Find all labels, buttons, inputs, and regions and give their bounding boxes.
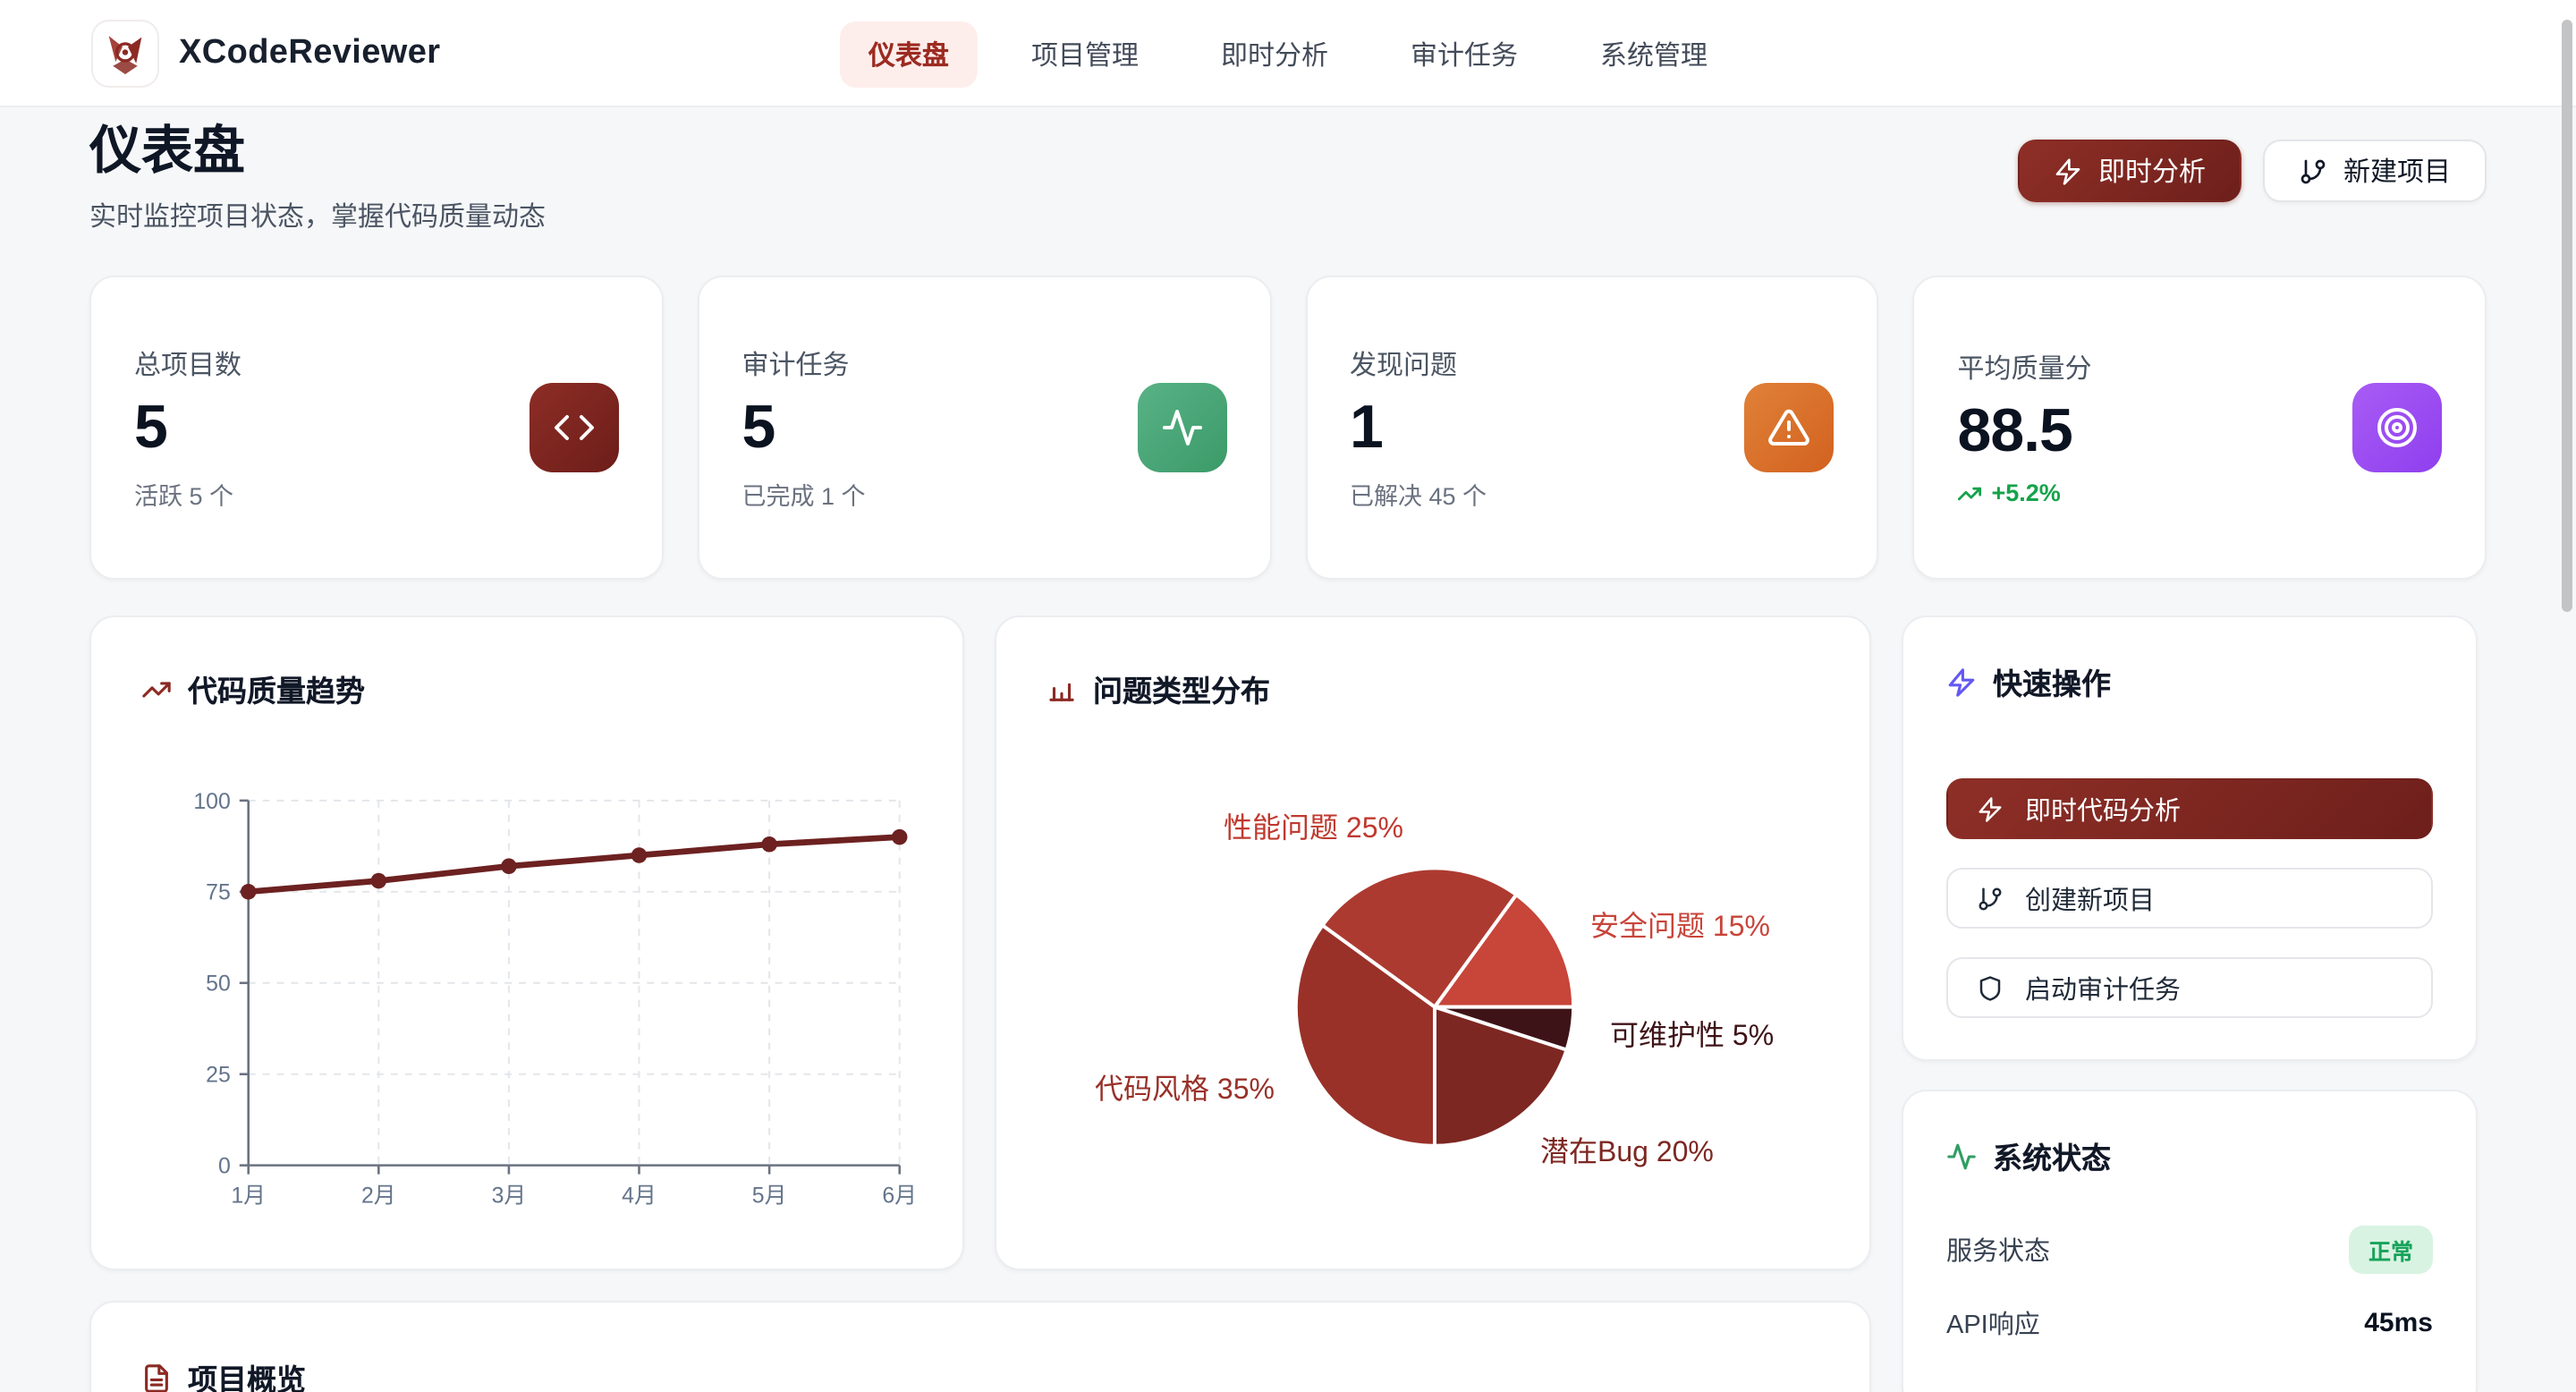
stat-cards: 总项目数 5 活跃 5 个 审计任务 5 已完成 1 个 <box>89 276 2487 580</box>
service-status-row: 服务状态 正常 <box>1946 1226 2433 1274</box>
data-point <box>631 847 648 863</box>
svg-text:1月: 1月 <box>231 1183 266 1208</box>
system-status-card: 系统状态 服务状态 正常 API响应 45ms <box>1902 1090 2478 1392</box>
zap-icon <box>2054 157 2082 185</box>
stat-card-avg-quality: 平均质量分 88.5 +5.2% <box>1913 276 2487 580</box>
vertical-scrollbar[interactable] <box>2562 20 2572 612</box>
zap-icon <box>1946 666 1977 697</box>
page-header: 仪表盘 实时监控项目状态，掌握代码质量动态 即时分析 新建项目 <box>89 120 2487 234</box>
svg-text:6月: 6月 <box>882 1183 917 1208</box>
alert-triangle-icon <box>1745 383 1835 472</box>
file-text-icon <box>141 1362 172 1392</box>
svg-text:25: 25 <box>206 1063 231 1088</box>
brand-name: XCodeReviewer <box>179 33 440 72</box>
target-icon <box>2352 383 2442 472</box>
chart-title: 问题类型分布 <box>1093 667 1270 710</box>
svg-text:4月: 4月 <box>622 1183 657 1208</box>
data-point <box>892 829 908 845</box>
api-response-row: API响应 45ms <box>1946 1304 2433 1342</box>
project-overview-card: 项目概览 <box>89 1301 1871 1392</box>
brand[interactable]: XCodeReviewer <box>93 21 440 85</box>
quality-trend-line-chart: 0 25 50 75 100 1月 2月 3月 4月 5月 6月 <box>91 617 962 1269</box>
quality-trend-card: 代码质量趋势 0 25 50 75 100 1月 2月 3月 4月 5月 6月 <box>89 615 964 1270</box>
activity-icon <box>1946 1141 1977 1171</box>
data-point <box>761 836 777 853</box>
activity-icon <box>1137 383 1226 472</box>
trending-up-icon <box>1958 480 1983 505</box>
right-sidebar: 快速操作 即时代码分析 创建新项目 <box>1902 615 2478 1392</box>
nav-item-audit-tasks[interactable]: 审计任务 <box>1382 21 1546 87</box>
stat-label: 总项目数 <box>134 344 242 382</box>
main-nav: 仪表盘 项目管理 即时分析 审计任务 系统管理 <box>840 0 1736 107</box>
svg-text:50: 50 <box>206 972 231 997</box>
new-project-button[interactable]: 新建项目 <box>2263 140 2487 202</box>
instant-analysis-button[interactable]: 即时分析 <box>2018 140 2241 202</box>
stat-card-issues-found: 发现问题 1 已解决 45 个 <box>1305 276 1879 580</box>
svg-text:3月: 3月 <box>492 1183 527 1208</box>
data-point <box>371 873 387 889</box>
main-content: 仪表盘 实时监控项目状态，掌握代码质量动态 即时分析 新建项目 <box>0 107 2576 1392</box>
stat-sub: 已完成 1 个 <box>742 475 866 511</box>
trending-up-icon <box>141 674 172 704</box>
pie-label-code-style: 代码风格 35% <box>1095 1065 1275 1108</box>
content-grid: 代码质量趋势 0 25 50 75 100 1月 2月 3月 4月 5月 6月 问题类型分布 <box>89 615 2487 1392</box>
data-point <box>501 859 517 875</box>
panel-title: 快速操作 <box>1993 660 2111 703</box>
page-title: 仪表盘 <box>89 120 546 184</box>
svg-text:75: 75 <box>206 880 231 905</box>
stat-label: 发现问题 <box>1350 344 1487 382</box>
nav-item-projects[interactable]: 项目管理 <box>1003 21 1167 87</box>
zap-icon <box>1977 795 2004 822</box>
quick-actions-card: 快速操作 即时代码分析 创建新项目 <box>1902 615 2478 1061</box>
app-logo-icon <box>93 21 157 85</box>
stat-sub: 活跃 5 个 <box>134 475 242 511</box>
dashboard-page: XCodeReviewer 仪表盘 项目管理 即时分析 审计任务 系统管理 仪表… <box>0 0 2576 1392</box>
stat-trend: +5.2% <box>1958 480 2092 506</box>
bar-chart-icon <box>1046 674 1077 704</box>
svg-text:100: 100 <box>193 789 230 814</box>
git-branch-icon <box>1977 885 2004 912</box>
pie-label-potential-bug: 潜在Bug 20% <box>1540 1127 1714 1170</box>
pie-label-maintainability: 可维护性 5% <box>1610 1011 1774 1054</box>
stat-card-total-projects: 总项目数 5 活跃 5 个 <box>89 276 664 580</box>
nav-item-system-admin[interactable]: 系统管理 <box>1572 21 1736 87</box>
data-point <box>241 884 257 900</box>
instant-code-analysis-button[interactable]: 即时代码分析 <box>1946 778 2433 839</box>
stat-value: 5 <box>134 393 242 463</box>
chart-title: 代码质量趋势 <box>188 667 365 710</box>
pie-label-performance: 性能问题 25% <box>1224 803 1403 846</box>
create-project-button[interactable]: 创建新项目 <box>1946 868 2433 929</box>
svg-text:2月: 2月 <box>361 1183 396 1208</box>
stat-value: 88.5 <box>1958 397 2092 467</box>
stat-value: 5 <box>742 393 866 463</box>
svg-text:5月: 5月 <box>752 1183 787 1208</box>
stat-value: 1 <box>1350 393 1487 463</box>
nav-item-dashboard[interactable]: 仪表盘 <box>840 21 978 87</box>
issue-distribution-card: 问题类型分布 安全问题 15% 性能问题 25% 代码风格 35% 潜在Bug … <box>995 615 1871 1270</box>
shield-icon <box>1977 974 2004 1001</box>
top-nav: XCodeReviewer 仪表盘 项目管理 即时分析 审计任务 系统管理 <box>0 0 2576 107</box>
stat-card-audit-tasks: 审计任务 5 已完成 1 个 <box>698 276 1272 580</box>
stat-label: 审计任务 <box>742 344 866 382</box>
stat-label: 平均质量分 <box>1958 349 2092 386</box>
nav-item-instant-analysis[interactable]: 即时分析 <box>1192 21 1357 87</box>
card-title: 项目概览 <box>188 1356 306 1392</box>
header-actions: 即时分析 新建项目 <box>2018 140 2487 202</box>
code-icon <box>530 383 619 472</box>
start-audit-button[interactable]: 启动审计任务 <box>1946 957 2433 1018</box>
svg-text:0: 0 <box>218 1154 231 1179</box>
status-badge: 正常 <box>2349 1226 2433 1274</box>
stat-sub: 已解决 45 个 <box>1350 475 1487 511</box>
page-subtitle: 实时监控项目状态，掌握代码质量动态 <box>89 197 546 234</box>
pie-label-security: 安全问题 15% <box>1590 902 1770 945</box>
panel-title: 系统状态 <box>1993 1134 2111 1177</box>
git-branch-icon <box>2299 157 2327 185</box>
